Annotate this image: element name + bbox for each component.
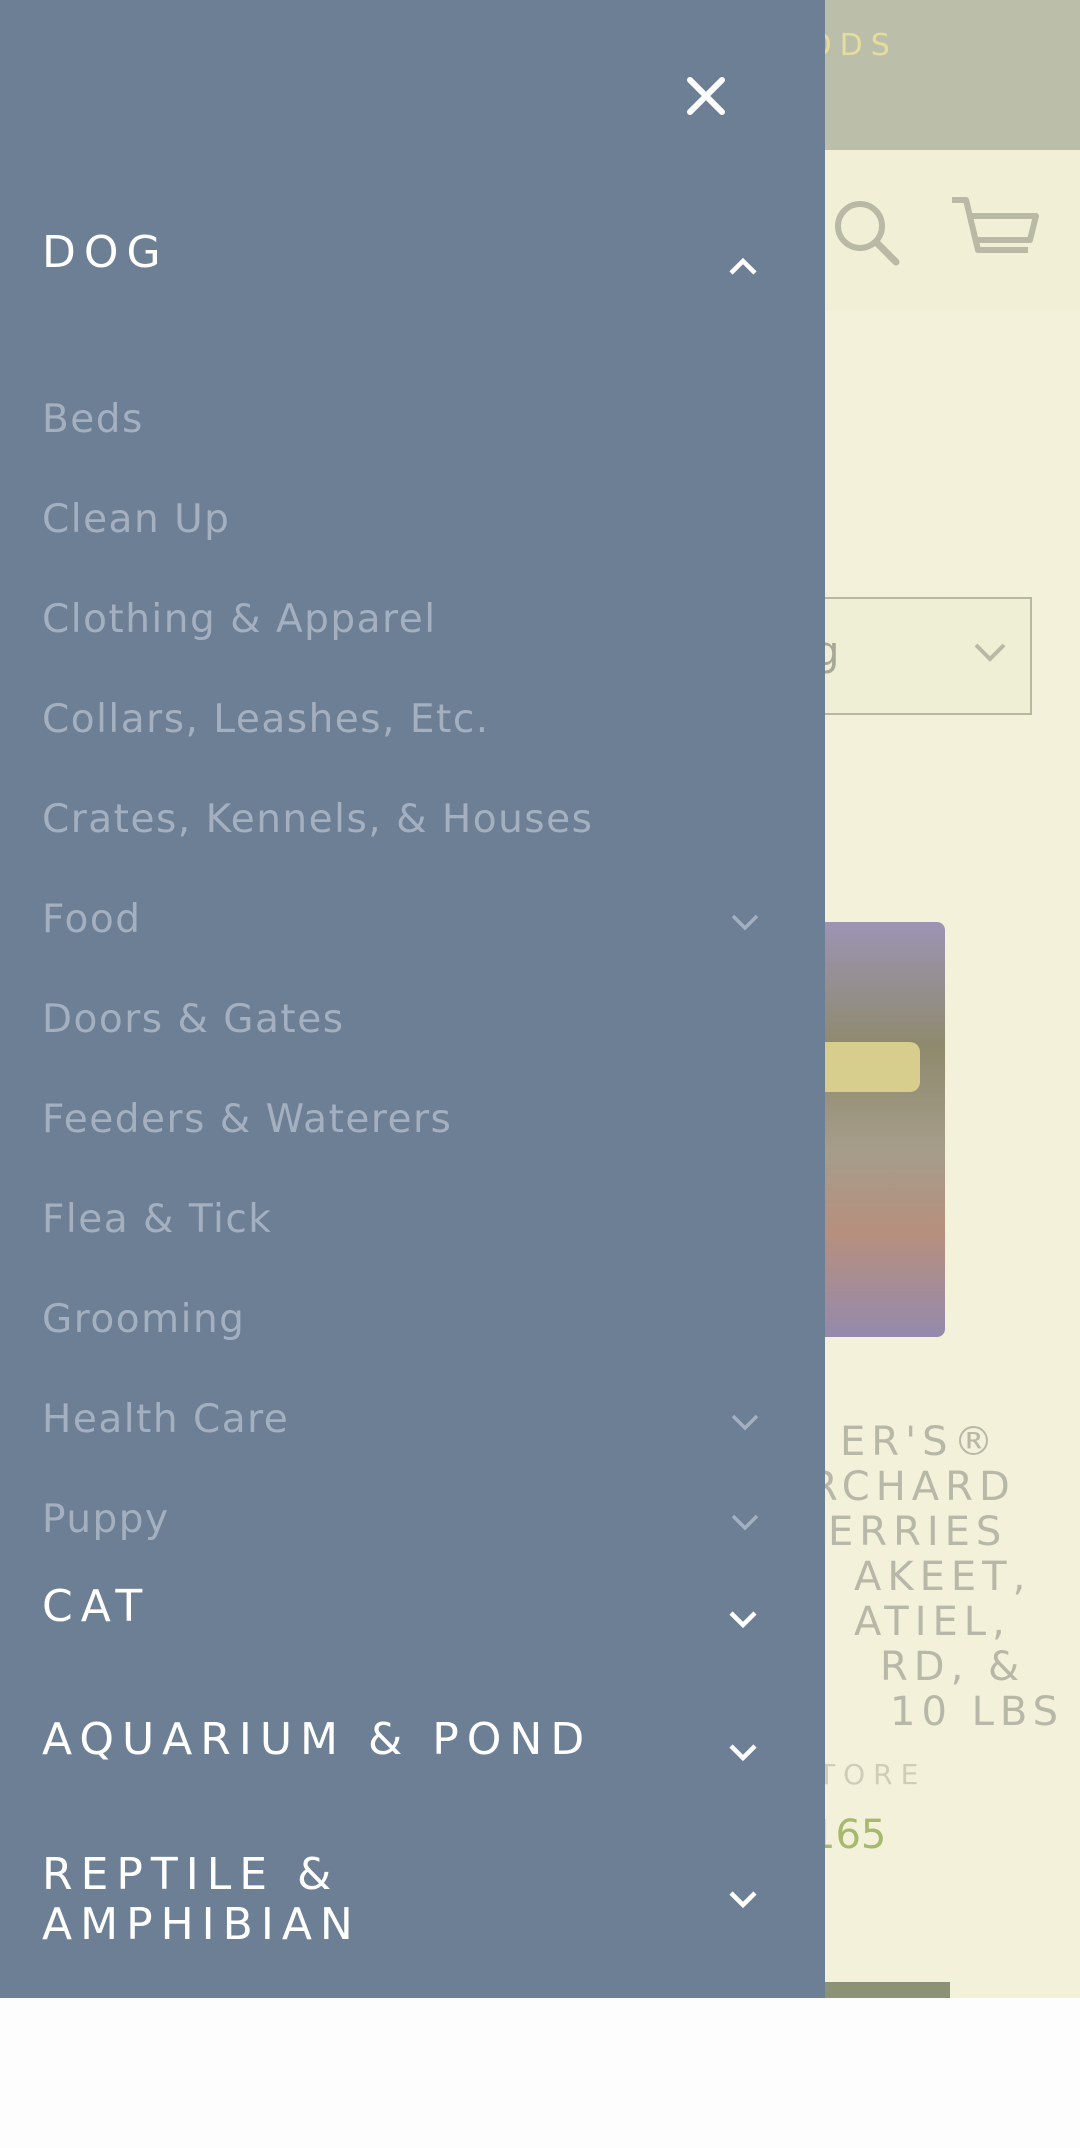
nav-category-dog[interactable]: DOG — [0, 228, 825, 288]
nav-category-cat[interactable]: CAT — [0, 1582, 825, 1642]
nav-category-label: AQUARIUM & POND — [42, 1714, 593, 1765]
nav-subitem-grooming[interactable]: Grooming — [0, 1283, 825, 1355]
product-title-line: ER'S® — [840, 1419, 1000, 1465]
chevron-down-icon — [972, 641, 1008, 665]
nav-category-label: AMPHIBIAN — [42, 1899, 361, 1950]
close-icon[interactable] — [682, 72, 730, 120]
search-icon[interactable] — [830, 196, 902, 268]
nav-subitem-crates-kennels-houses[interactable]: Crates, Kennels, & Houses — [0, 783, 825, 855]
nav-subitem-label: Health Care — [42, 1397, 290, 1442]
nav-subitem-label: Puppy — [42, 1497, 170, 1542]
chevron-down-icon[interactable] — [730, 1413, 760, 1431]
nav-subitem-flea-tick[interactable]: Flea & Tick — [0, 1183, 825, 1255]
cart-icon[interactable] — [950, 194, 1040, 274]
chevron-down-icon[interactable] — [728, 1743, 758, 1763]
nav-subitem-label: Crates, Kennels, & Houses — [42, 797, 594, 842]
product-title[interactable]: ER'S® RCHARD ERRIES AKEET, ATIEL, RD, & … — [798, 1420, 1078, 1735]
bottom-area — [0, 1998, 1080, 2148]
nav-subitem-clothing-apparel[interactable]: Clothing & Apparel — [0, 583, 825, 655]
nav-subitem-clean-up[interactable]: Clean Up — [0, 483, 825, 555]
product-title-line: AKEET, — [854, 1554, 1032, 1600]
nav-subitem-feeders-waterers[interactable]: Feeders & Waterers — [0, 1083, 825, 1155]
nav-subitem-food[interactable]: Food — [0, 883, 825, 955]
nav-category-label: DOG — [42, 227, 169, 278]
nav-category-label: REPTILE & — [42, 1849, 340, 1900]
chevron-down-icon[interactable] — [728, 1890, 758, 1910]
nav-category-label: CAT — [42, 1581, 151, 1632]
product-vendor: TORE — [818, 1758, 927, 1791]
nav-subitem-label: Clean Up — [42, 497, 231, 542]
nav-subitem-puppy[interactable]: Puppy — [0, 1483, 825, 1555]
chevron-down-icon[interactable] — [730, 913, 760, 931]
nav-subitem-collars-leashes[interactable]: Collars, Leashes, Etc. — [0, 683, 825, 755]
nav-category-reptile-amphibian[interactable]: REPTILE & AMPHIBIAN — [0, 1850, 825, 1960]
nav-subitem-label: Beds — [42, 397, 144, 442]
nav-subitem-beds[interactable]: Beds — [0, 383, 825, 455]
product-title-line: RD, & — [880, 1644, 1026, 1690]
nav-subitem-label: Grooming — [42, 1297, 246, 1342]
chevron-down-icon[interactable] — [728, 1610, 758, 1630]
chevron-up-icon[interactable] — [728, 256, 758, 276]
nav-subitem-label: Feeders & Waterers — [42, 1097, 453, 1142]
nav-subitem-label: Flea & Tick — [42, 1197, 273, 1242]
product-title-line: 10 LBS — [890, 1689, 1065, 1735]
product-title-line: RCHARD — [810, 1464, 1016, 1510]
product-title-line: ERRIES — [828, 1509, 1008, 1555]
nav-subitem-doors-gates[interactable]: Doors & Gates — [0, 983, 825, 1055]
nav-subitem-label: Collars, Leashes, Etc. — [42, 697, 490, 742]
navigation-drawer: DOG Beds Clean Up Clothing & Apparel Col… — [0, 0, 825, 1998]
product-title-line: ATIEL, — [854, 1599, 1011, 1645]
product-image-label — [810, 1042, 920, 1092]
nav-subitem-label: Food — [42, 897, 142, 942]
nav-category-aquarium-pond[interactable]: AQUARIUM & POND — [0, 1715, 825, 1775]
chevron-down-icon[interactable] — [730, 1513, 760, 1531]
nav-subitem-health-care[interactable]: Health Care — [0, 1383, 825, 1455]
nav-subitem-label: Clothing & Apparel — [42, 597, 437, 642]
nav-subitem-label: Doors & Gates — [42, 997, 345, 1042]
